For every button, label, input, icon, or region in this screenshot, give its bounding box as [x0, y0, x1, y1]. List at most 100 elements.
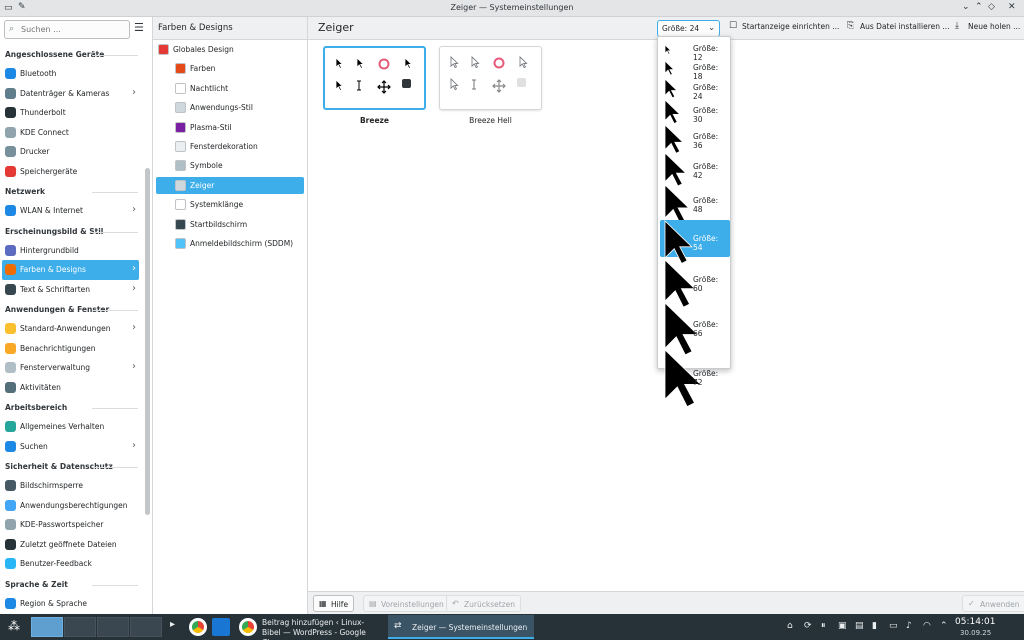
install-from-file-button[interactable]: ⎘ Aus Datei installieren ... [847, 21, 950, 31]
sidebar-item[interactable]: Text & Schriftarten › [0, 280, 142, 300]
sidebar-item[interactable]: KDE Connect [0, 123, 142, 143]
task-system-settings[interactable]: ⇄ Zeiger — Systemeinstellungen [388, 615, 534, 639]
size-option[interactable]: Größe: 24 [660, 78, 730, 101]
sidebar-item[interactable]: Suchen › [0, 437, 142, 457]
size-option[interactable]: Größe: 12 [660, 40, 730, 62]
network-icon[interactable]: ◠ [923, 621, 931, 631]
file-manager-icon[interactable] [212, 618, 230, 636]
move-cursor-icon [492, 79, 506, 93]
size-option[interactable]: Größe: 48 [660, 184, 730, 224]
sidebar-item-icon [5, 283, 16, 295]
size-option[interactable]: Größe: 54 [660, 220, 730, 264]
launch-feedback-button[interactable]: ☐ Startanzeige einrichten ... [729, 21, 839, 31]
sidebar-item[interactable]: Fensterverwaltung › [0, 358, 142, 378]
apply-button[interactable]: ✓ Anwenden [962, 595, 1024, 612]
sidebar-item[interactable]: Datenträger & Kameras › [0, 84, 142, 104]
get-new-button[interactable]: ⤓ Neue holen ... [955, 21, 1021, 31]
close-icon[interactable]: ✕ [1008, 2, 1016, 12]
category-item[interactable]: Farben [175, 60, 303, 77]
media-icon[interactable]: ⏸ [821, 621, 826, 631]
sidebar-item[interactable]: Hintergrundbild [0, 241, 142, 261]
category-item[interactable]: Fensterdekoration [175, 138, 303, 155]
volume-icon[interactable]: ♪ [906, 621, 912, 631]
category-item[interactable]: Globales Design [158, 41, 303, 58]
sidebar-item[interactable]: Allgemeines Verhalten [0, 417, 142, 437]
cursor-theme-card[interactable] [439, 46, 542, 110]
size-option[interactable]: Größe: 18 [660, 59, 730, 81]
category-item[interactable]: Anmeldebildschirm (SDDM) [175, 235, 303, 252]
size-combobox[interactable]: Größe: 24 ⌄ [657, 20, 720, 37]
virtual-desktop-2[interactable] [64, 617, 96, 637]
cursor-size-preview-icon [664, 99, 681, 125]
virtual-desktop-1[interactable] [31, 617, 63, 637]
defaults-button[interactable]: ▤ Voreinstellungen [363, 595, 450, 612]
cursor-theme-card[interactable] [323, 46, 426, 110]
chrome-launcher-icon[interactable] [189, 618, 207, 636]
category-item[interactable]: Plasma-Stil [175, 119, 303, 136]
sidebar-item-label: Benachrichtigungen [20, 343, 96, 353]
sidebar-item[interactable]: Aktivitäten [0, 378, 142, 398]
category-item[interactable]: Zeiger [156, 176, 304, 194]
sidebar-item-label: Bildschirmsperre [20, 481, 83, 490]
reset-button[interactable]: ↶ Zurücksetzen [446, 595, 521, 612]
search-input[interactable] [21, 23, 126, 36]
category-item[interactable]: Anwendungs-Stil [175, 99, 303, 116]
clock-time[interactable]: 05:14:01 [955, 617, 995, 627]
help-button[interactable]: ▦ Hilfe [313, 595, 355, 612]
maximize-icon[interactable]: ⌃ [975, 2, 983, 12]
category-item[interactable]: Symbole [175, 157, 303, 174]
sidebar-item[interactable]: KDE-Passwortspeicher [0, 515, 142, 535]
size-option[interactable]: Größe: 30 [660, 99, 730, 125]
sidebar-item[interactable]: Bluetooth [0, 64, 142, 84]
sidebar-item[interactable]: WLAN & Internet › [0, 201, 142, 221]
sidebar-item[interactable]: Region & Sprache [0, 594, 142, 614]
sidebar-item-label: Bluetooth [20, 69, 57, 78]
virtual-desktop-3[interactable] [97, 617, 129, 637]
chevron-right-icon: › [132, 282, 136, 294]
get-new-label: Neue holen ... [968, 22, 1021, 31]
sidebar-item[interactable]: Benachrichtigungen [0, 339, 142, 359]
sidebar-item[interactable]: Benutzer-Feedback [0, 554, 142, 574]
size-option[interactable]: Größe: 36 [660, 124, 730, 154]
sidebar-item-label: Thunderbolt [20, 108, 66, 117]
display-icon[interactable]: ▭ [889, 621, 898, 631]
virtual-desktop-4[interactable] [130, 617, 162, 637]
keep-above-icon[interactable]: ◇ [988, 2, 995, 12]
size-option-label: Größe: 48 [693, 196, 719, 214]
clock-date[interactable]: 30.09.25 [960, 629, 991, 637]
sidebar-item-icon [5, 538, 16, 550]
size-option[interactable]: Größe: 72 [660, 349, 730, 408]
size-option[interactable]: Größe: 60 [660, 259, 730, 308]
sidebar-item[interactable]: Thunderbolt [0, 103, 142, 123]
size-option[interactable]: Größe: 66 [660, 302, 730, 356]
category-item[interactable]: Systemklänge [175, 196, 303, 213]
disk-icon[interactable]: ▣ [838, 621, 847, 631]
sidebar-item[interactable]: Anwendungsberechtigungen [0, 496, 142, 516]
sidebar-item[interactable]: Farben & Designs › [2, 260, 139, 280]
sidebar-item-icon [5, 440, 16, 452]
updates-icon[interactable]: ⟳ [804, 621, 812, 631]
category-item[interactable]: Startbildschirm [175, 216, 303, 233]
minimize-icon[interactable]: ⌄ [962, 2, 970, 12]
category-item-icon [175, 82, 186, 94]
task-chrome[interactable]: Beitrag hinzufügen ‹ Linux-Bibel — WordP… [236, 615, 384, 640]
search-box[interactable]: ⌕ [4, 20, 130, 39]
notes-icon[interactable]: ▤ [855, 621, 864, 631]
tray-expand-icon[interactable]: ⌃ [940, 621, 948, 631]
sidebar-item[interactable]: Zuletzt geöffnete Dateien [0, 535, 142, 555]
terminal-icon[interactable]: ▸ [170, 619, 175, 630]
sidebar-item[interactable]: Drucker [0, 142, 142, 162]
battery-icon[interactable]: ▮ [872, 621, 877, 631]
task-settings-label: Zeiger — Systemeinstellungen [412, 623, 528, 632]
sidebar-scrollbar[interactable] [145, 168, 150, 515]
clipboard-icon[interactable]: ⌂ [787, 621, 793, 631]
hamburger-menu-icon[interactable]: ☰ [134, 21, 144, 34]
text-cursor-icon [472, 79, 476, 90]
sidebar-item[interactable]: Bildschirmsperre [0, 476, 142, 496]
category-item[interactable]: Nachtlicht [175, 80, 303, 97]
size-option[interactable]: Größe: 42 [660, 152, 730, 187]
application-launcher-icon[interactable]: ⁂ [8, 619, 24, 635]
sidebar-item[interactable]: Standard-Anwendungen › [0, 319, 142, 339]
sidebar-item[interactable]: Speichergeräte [0, 162, 142, 182]
help-icon: ▦ [319, 599, 327, 608]
